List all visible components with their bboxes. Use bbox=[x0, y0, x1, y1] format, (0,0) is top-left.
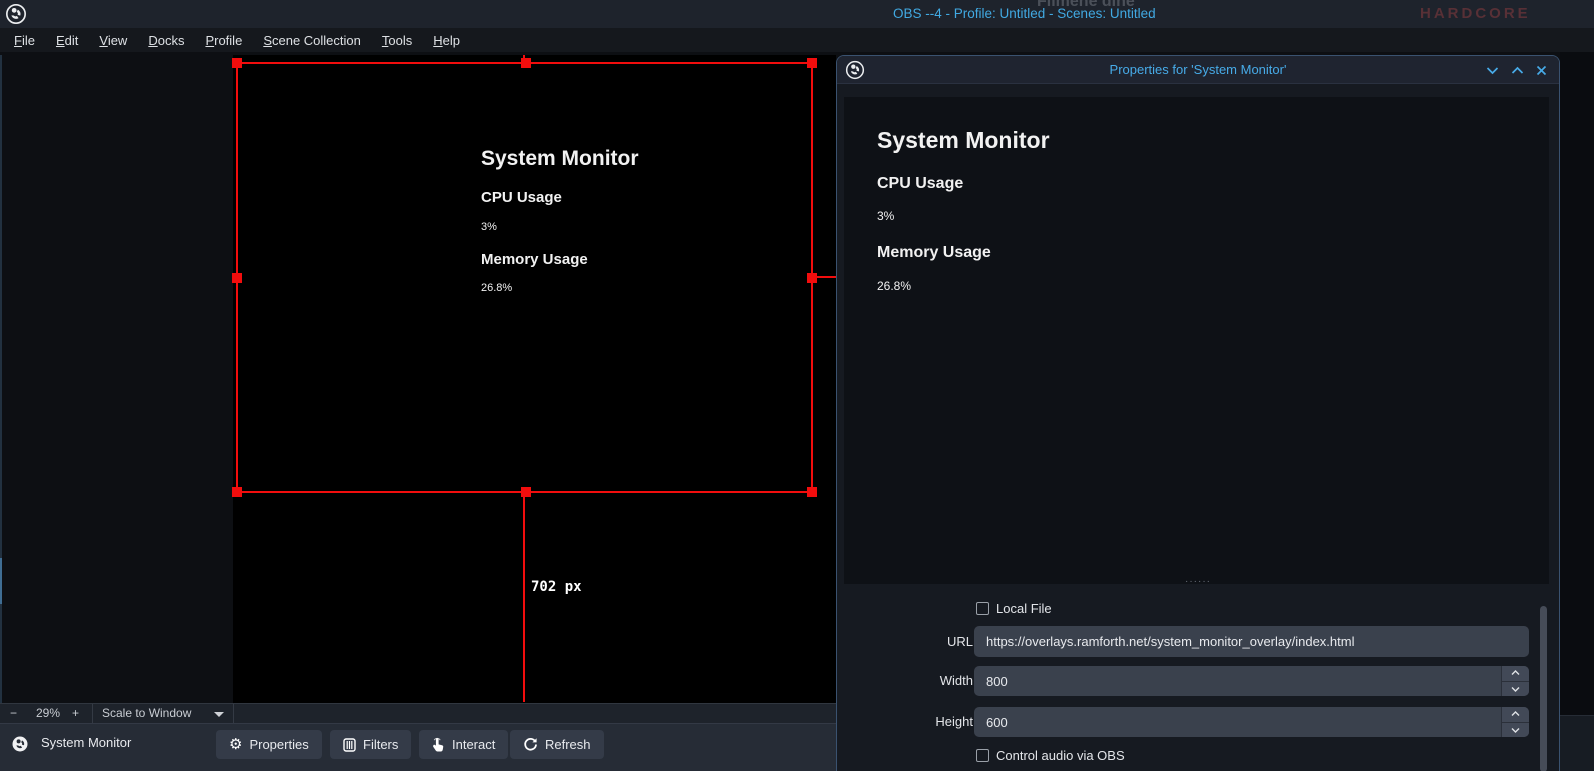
desktop-background bbox=[1560, 52, 1594, 715]
width-label: Width bbox=[857, 666, 973, 696]
preview-cpu-label: CPU Usage bbox=[877, 175, 963, 193]
divider bbox=[92, 704, 93, 723]
preview-mem-value: 26.8% bbox=[877, 279, 911, 293]
filters-button[interactable]: Filters bbox=[330, 730, 411, 759]
width-spin-down-button[interactable] bbox=[1502, 681, 1529, 697]
dialog-title: Properties for 'System Monitor' bbox=[837, 56, 1559, 84]
control-audio-checkbox[interactable] bbox=[976, 749, 989, 762]
menu-bar: File Edit View Docks Profile Scene Colle… bbox=[0, 28, 1594, 52]
interact-icon bbox=[432, 737, 445, 752]
filters-icon bbox=[343, 738, 356, 752]
window-title: OBS --4 - Profile: Untitled - Scenes: Un… bbox=[893, 0, 1156, 28]
preview-mem-label: Memory Usage bbox=[877, 244, 991, 262]
obs-logo-icon bbox=[5, 3, 27, 25]
menu-help[interactable]: Help bbox=[433, 33, 460, 48]
collapse-chevron-up-icon[interactable] bbox=[1511, 66, 1524, 75]
height-spin-up-button[interactable] bbox=[1502, 707, 1529, 722]
height-spinner bbox=[1501, 707, 1529, 737]
refresh-button[interactable]: Refresh bbox=[510, 730, 604, 759]
distance-label: 702 px bbox=[531, 579, 582, 595]
zoom-level-value: 29% bbox=[36, 704, 60, 723]
properties-button[interactable]: ⚙ Properties bbox=[216, 730, 322, 759]
local-file-row: Local File bbox=[976, 601, 1052, 616]
resize-handle-middle-right[interactable] bbox=[807, 273, 817, 283]
menu-profile[interactable]: Profile bbox=[205, 33, 242, 48]
chevron-down-icon[interactable] bbox=[214, 712, 224, 717]
source-properties-preview: System Monitor CPU Usage 3% Memory Usage… bbox=[844, 97, 1549, 584]
selected-source-name: System Monitor bbox=[41, 723, 131, 763]
control-audio-label: Control audio via OBS bbox=[996, 748, 1125, 763]
preview-zoom-bar: − 29% + Scale to Window bbox=[0, 703, 836, 723]
url-label: URL bbox=[857, 626, 973, 657]
snap-guide-vertical bbox=[523, 493, 525, 702]
resize-handle-bottom-left[interactable] bbox=[232, 487, 242, 497]
browser-source-icon bbox=[12, 736, 28, 752]
url-input-value: https://overlays.ramforth.net/system_mon… bbox=[986, 634, 1354, 649]
url-input[interactable]: https://overlays.ramforth.net/system_mon… bbox=[974, 626, 1529, 657]
dock-panel-edge bbox=[1560, 715, 1594, 771]
filters-button-label: Filters bbox=[363, 737, 398, 752]
divider bbox=[233, 704, 234, 723]
refresh-icon bbox=[523, 737, 538, 752]
menu-tools[interactable]: Tools bbox=[382, 33, 412, 48]
undock-chevron-down-icon[interactable] bbox=[1486, 66, 1499, 75]
properties-button-label: Properties bbox=[249, 737, 308, 752]
local-file-label: Local File bbox=[996, 601, 1052, 616]
height-label: Height bbox=[857, 707, 973, 737]
width-spinner bbox=[1501, 666, 1529, 696]
height-spin-down-button[interactable] bbox=[1502, 722, 1529, 738]
menu-file[interactable]: File bbox=[14, 33, 35, 48]
dock-edge-highlight bbox=[0, 558, 2, 604]
resize-handle-middle-left[interactable] bbox=[232, 273, 242, 283]
interact-button-label: Interact bbox=[452, 737, 495, 752]
width-spin-up-button[interactable] bbox=[1502, 666, 1529, 681]
title-bar: Filmene dine HARDCORE OBS --4 - Profile:… bbox=[0, 0, 1594, 28]
zoom-out-button[interactable]: − bbox=[10, 704, 17, 723]
refresh-button-label: Refresh bbox=[545, 737, 591, 752]
preview-title: System Monitor bbox=[877, 127, 1050, 154]
snap-guide-top bbox=[523, 55, 525, 63]
width-input[interactable]: 800 bbox=[974, 666, 1529, 696]
resize-handle-top-left[interactable] bbox=[232, 58, 242, 68]
preview-cpu-value: 3% bbox=[877, 209, 894, 223]
close-icon[interactable] bbox=[1536, 65, 1547, 76]
properties-dialog: Properties for 'System Monitor' System M… bbox=[836, 55, 1560, 771]
snap-guide-horizontal bbox=[813, 276, 837, 278]
gear-icon: ⚙ bbox=[229, 737, 242, 752]
width-input-value: 800 bbox=[986, 674, 1008, 689]
resize-handle-top-right[interactable] bbox=[807, 58, 817, 68]
control-audio-row: Control audio via OBS bbox=[976, 748, 1125, 763]
local-file-checkbox[interactable] bbox=[976, 602, 989, 615]
scale-mode-dropdown[interactable]: Scale to Window bbox=[102, 704, 191, 723]
menu-scene-collection[interactable]: Scene Collection bbox=[263, 33, 361, 48]
height-input-value: 600 bbox=[986, 715, 1008, 730]
splitter-handle[interactable]: ······ bbox=[837, 577, 1559, 587]
obs-main-window: Filmene dine HARDCORE OBS --4 - Profile:… bbox=[0, 0, 1594, 771]
menu-edit[interactable]: Edit bbox=[56, 33, 78, 48]
dock-edge bbox=[0, 55, 2, 703]
scrollbar-thumb[interactable] bbox=[1540, 606, 1547, 771]
menu-docks[interactable]: Docks bbox=[148, 33, 184, 48]
resize-handle-bottom-right[interactable] bbox=[807, 487, 817, 497]
height-input[interactable]: 600 bbox=[974, 707, 1529, 737]
interact-button[interactable]: Interact bbox=[419, 730, 508, 759]
dialog-header[interactable]: Properties for 'System Monitor' bbox=[837, 56, 1559, 84]
hardcore-watermark-text: HARDCORE bbox=[1420, 5, 1531, 22]
dialog-window-controls bbox=[1486, 56, 1547, 84]
menu-view[interactable]: View bbox=[99, 33, 127, 48]
zoom-in-button[interactable]: + bbox=[72, 704, 79, 723]
source-selection-box[interactable] bbox=[236, 62, 813, 493]
